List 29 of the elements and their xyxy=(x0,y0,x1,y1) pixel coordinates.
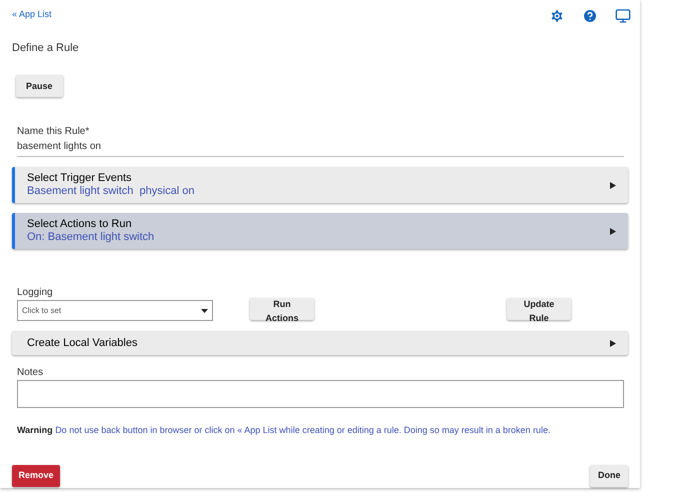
section-summary: Basement light switch physical on xyxy=(27,185,195,198)
page-title: Define a Rule xyxy=(12,41,80,56)
section-header[interactable]: Select Actions to Run On: Basement light switch xyxy=(12,213,628,250)
run-actions-button[interactable]: Run Actions xyxy=(250,298,314,320)
monitor-icon[interactable] xyxy=(615,8,631,24)
remove-button[interactable]: Remove xyxy=(12,464,60,487)
settings-icon[interactable] xyxy=(549,8,565,24)
help-icon[interactable] xyxy=(582,8,598,24)
dropdown-caret-icon xyxy=(201,308,208,313)
done-button[interactable]: Done xyxy=(590,464,628,487)
section-title: Select Actions to Run xyxy=(27,218,133,232)
section-title: Select Trigger Events xyxy=(27,172,133,186)
field-label: Notes xyxy=(17,366,44,380)
notes-field[interactable] xyxy=(17,380,624,408)
logging-dropdown[interactable]: Click to set xyxy=(17,300,213,322)
field-label: Name this Rule* xyxy=(17,125,90,140)
update-rule-button[interactable]: Update Rule xyxy=(507,298,571,320)
section-title: Create Local Variables xyxy=(27,336,138,350)
expand-arrow-icon xyxy=(610,182,616,189)
section-summary: On: Basement light switch xyxy=(27,231,154,244)
back-link[interactable]: « App List xyxy=(12,8,52,22)
warning-text: Warning Do not use back button in browser or click on « App List while creating or editing a rule. Doing so may result in a broken rule. xyxy=(17,424,552,438)
pause-button[interactable]: Pause xyxy=(16,75,63,98)
section-header[interactable]: Create Local Variables xyxy=(12,331,628,356)
rule-name-field[interactable]: basement lights on xyxy=(17,139,624,158)
expand-arrow-icon xyxy=(610,340,616,347)
field-label: Logging xyxy=(17,286,54,300)
expand-arrow-icon xyxy=(610,228,616,235)
section-header[interactable]: Select Trigger Events Basement light switch physical on xyxy=(12,167,628,204)
